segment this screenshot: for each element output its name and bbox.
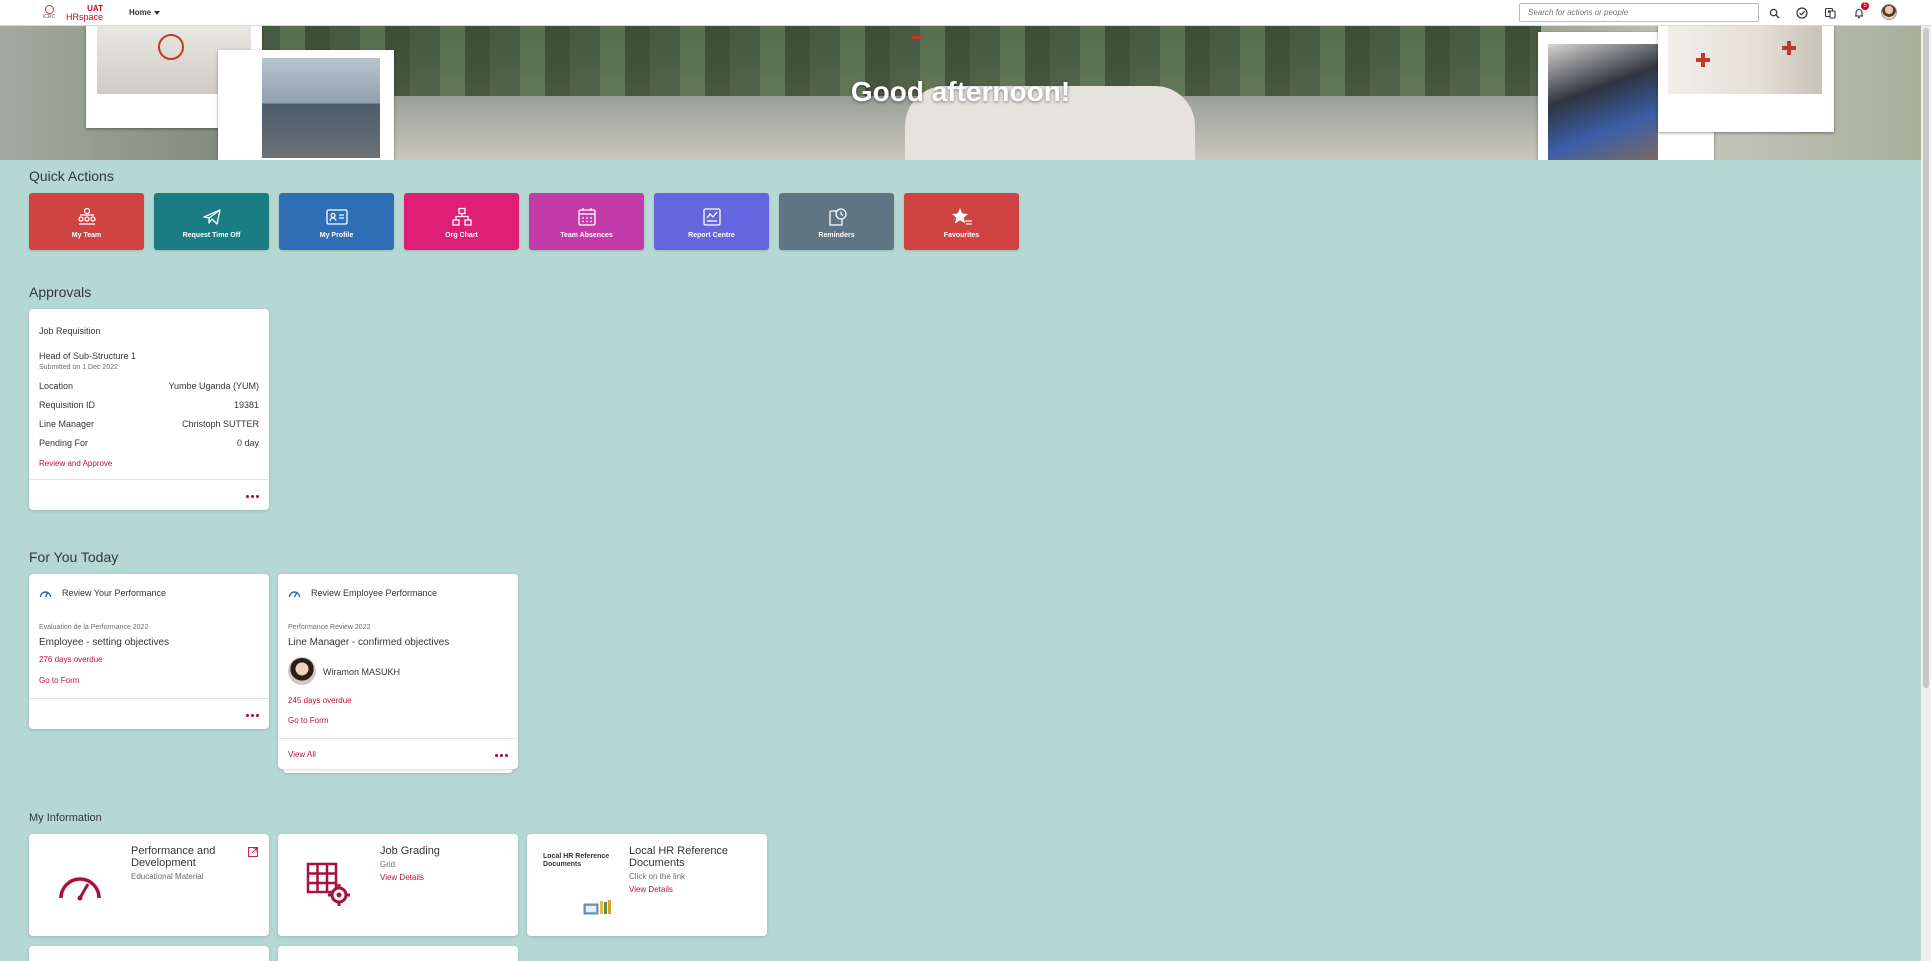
scrollbar-track[interactable] (1921, 26, 1931, 961)
org-chart-icon (451, 207, 472, 226)
greeting-text: Good afternoon! (850, 76, 1071, 107)
info-tile-partial-1[interactable] (29, 946, 269, 961)
more-options-icon[interactable] (495, 754, 508, 757)
notification-bell-icon[interactable]: 5 (1851, 2, 1869, 21)
info-tile-subtitle: Grid (380, 860, 396, 869)
approval-submitted: Submitted on 1 Dec 2022 (39, 364, 118, 371)
my-information-title: My Information (29, 812, 102, 824)
gauge-icon (288, 591, 301, 598)
todo-step: Employee - setting objectives (39, 637, 170, 648)
brand-name: HRspace (66, 11, 104, 22)
todo-overdue: 276 days overdue (39, 655, 103, 664)
info-tile-title: Local HR Reference Documents (629, 845, 729, 869)
approval-position: Head of Sub-Structure 1 (39, 351, 137, 361)
info-tile-subtitle: Educational Material (131, 872, 204, 881)
info-tile-performance-development[interactable]: Performance and Development Educational … (29, 834, 269, 936)
company-logo[interactable]: ICRC UAT HRspace (38, 0, 103, 26)
approvals-check-icon[interactable] (1794, 5, 1810, 21)
more-options-icon[interactable] (246, 495, 259, 498)
quick-action-label: Favourites (943, 232, 980, 239)
quick-action-label: Request Time Off (182, 232, 241, 239)
todo-overdue: 245 days overdue (288, 696, 352, 705)
scrollbar-thumb[interactable] (1923, 28, 1929, 688)
info-tile-job-grading[interactable]: Job Grading Grid View Details (278, 834, 518, 936)
employee-name: Wiramon MASUKH (323, 667, 401, 677)
approval-row-line-manager: Line Manager Christoph SUTTER (39, 419, 259, 429)
approval-row-requisition-id: Requisition ID 19381 (39, 400, 259, 410)
todo-card-header: Review Your Performance (62, 588, 167, 598)
go-to-form-link[interactable]: Go to Form (288, 716, 328, 725)
quick-action-label: My Profile (319, 232, 354, 239)
todo-card-review-employee-performance[interactable]: Review Employee Performance Performance … (278, 574, 518, 769)
todo-form-name: Evaluation de la Performance 2022 (39, 624, 149, 631)
home-menu-button[interactable]: Home (129, 8, 161, 17)
grid-settings-icon (306, 862, 350, 906)
employee-avatar (288, 657, 316, 685)
more-options-icon[interactable] (246, 714, 259, 717)
quick-action-label: Team Absences (560, 232, 613, 239)
quick-action-team-absences[interactable]: Team Absences (529, 193, 644, 250)
quick-action-label: Reminders (818, 232, 855, 239)
approvals-title: Approvals (29, 284, 92, 300)
info-tile-title: Performance and Development (131, 845, 216, 869)
view-details-link[interactable]: View Details (380, 873, 424, 882)
notification-badge: 5 (1861, 2, 1869, 10)
approval-type: Job Requisition (39, 326, 101, 336)
quick-action-label: Org Chart (445, 232, 478, 239)
flag-cross (912, 36, 922, 39)
gauge-icon (39, 591, 52, 598)
info-tile-local-hr-documents[interactable]: Local HR Reference Documents Local HR Re… (527, 834, 767, 936)
shell-bar: ICRC UAT HRspace Home 5 (0, 0, 1931, 26)
quick-action-report-centre[interactable]: Report Centre (654, 193, 769, 250)
home-menu-label: Home (129, 8, 152, 17)
airplane-icon (202, 209, 221, 225)
info-tile-title: Job Grading (380, 845, 440, 857)
quick-action-request-time-off[interactable]: Request Time Off (154, 193, 269, 250)
quick-action-org-chart[interactable]: Org Chart (404, 193, 519, 250)
info-tile-image-text: Local HR Reference Documents (543, 853, 610, 868)
approval-card[interactable]: Job Requisition Head of Sub-Structure 1 … (29, 309, 269, 510)
todo-card-header: Review Employee Performance (311, 588, 438, 598)
quick-action-my-profile[interactable]: My Profile (279, 193, 394, 250)
info-tile-subtitle: Click on the link (629, 872, 686, 881)
logo-small-text: ICRC (42, 14, 56, 20)
quick-action-label: Report Centre (688, 232, 735, 239)
review-and-approve-link[interactable]: Review and Approve (39, 459, 112, 468)
speedometer-icon (59, 877, 101, 901)
quick-action-label: My Team (71, 232, 102, 239)
search-icon[interactable] (1766, 5, 1782, 21)
reminder-clock-icon (828, 208, 847, 226)
hero-banner: Good afternoon! (0, 26, 1921, 160)
user-avatar[interactable] (1881, 4, 1897, 20)
profile-card-icon (325, 209, 348, 225)
todo-step: Line Manager - confirmed objectives (288, 637, 450, 648)
quick-action-favourites[interactable]: Favourites (904, 193, 1019, 250)
people-icon[interactable] (1822, 5, 1838, 21)
approval-row-pending-for: Pending For 0 day (39, 438, 259, 448)
info-tile-partial-2[interactable] (278, 946, 518, 961)
view-all-link[interactable]: View All (288, 750, 316, 759)
books-icon (583, 900, 611, 915)
report-icon (702, 208, 721, 226)
approval-row-location: Location Yumbe Uganda (YUM) (39, 381, 259, 391)
chevron-down-icon (154, 10, 161, 15)
star-list-icon (951, 208, 972, 225)
go-to-form-link[interactable]: Go to Form (39, 676, 79, 685)
quick-action-my-team[interactable]: My Team (29, 193, 144, 250)
search-input[interactable] (1519, 3, 1759, 22)
quick-action-reminders[interactable]: Reminders (779, 193, 894, 250)
todo-card-review-performance[interactable]: Review Your Performance Evaluation de la… (29, 574, 269, 729)
view-details-link[interactable]: View Details (629, 885, 673, 894)
for-you-today-title: For You Today (29, 549, 119, 565)
calendar-icon (577, 208, 596, 226)
quick-actions-title: Quick Actions (29, 168, 114, 184)
expand-icon[interactable] (248, 847, 258, 857)
todo-form-name: Performance Review 2022 (288, 624, 371, 631)
team-hierarchy-icon (77, 207, 96, 225)
icrc-emblem: ICRC (38, 3, 60, 23)
